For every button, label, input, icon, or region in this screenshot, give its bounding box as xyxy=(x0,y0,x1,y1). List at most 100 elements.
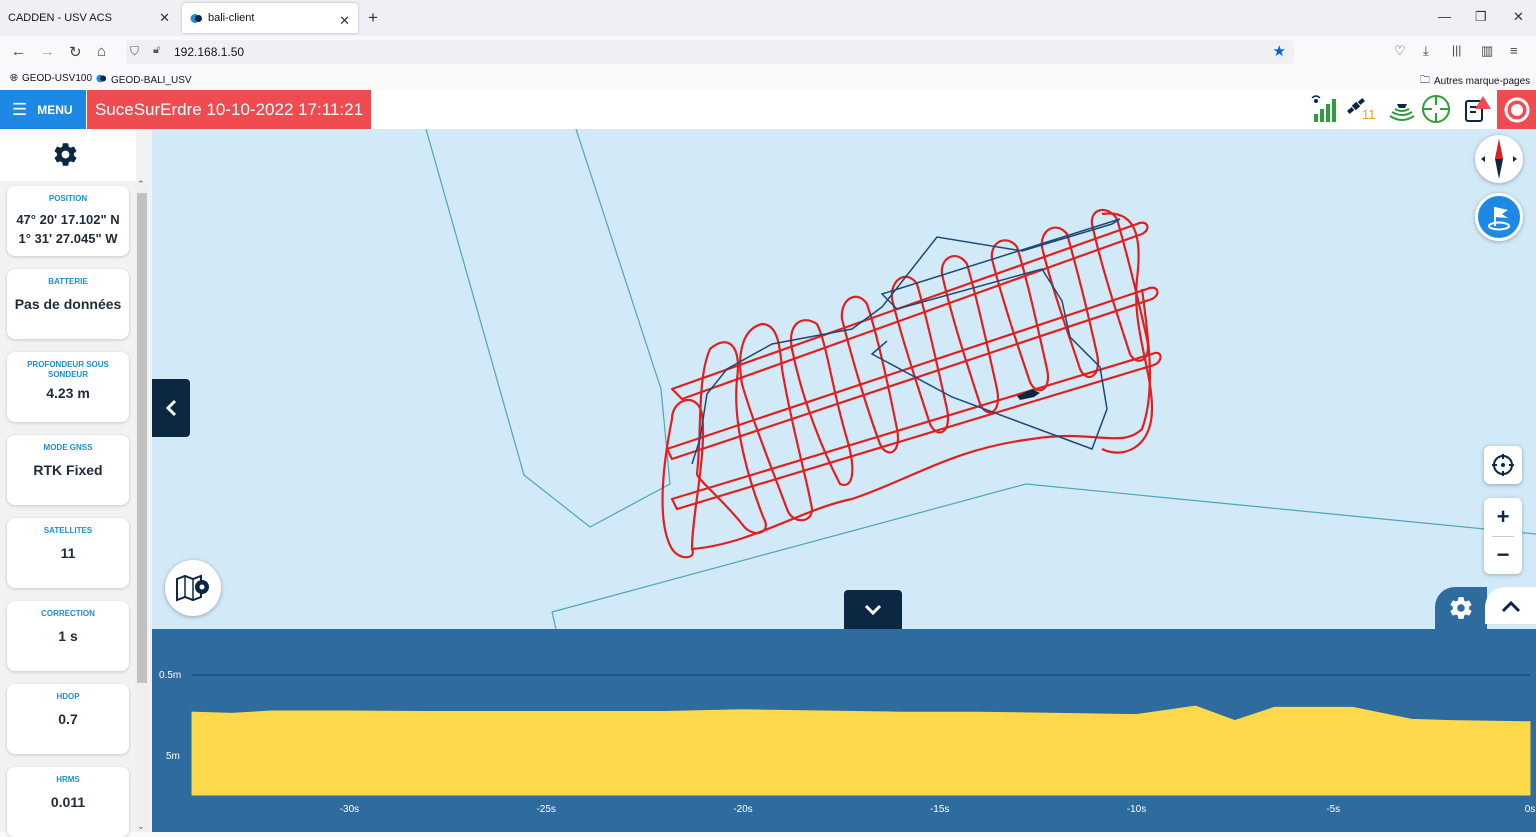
hdop-card: HDOP 0.7 xyxy=(7,684,129,754)
browser-tab-cadden[interactable]: CADDEN - USV ACS ✕ xyxy=(0,0,178,35)
survey-line xyxy=(1090,208,1150,362)
sidebar-settings-button[interactable] xyxy=(0,129,136,181)
close-tab-icon[interactable]: ✕ xyxy=(159,10,170,26)
crosshair-icon[interactable] xyxy=(1421,94,1451,124)
menu-button[interactable]: ☰ MENU xyxy=(0,90,86,129)
battery-value: Pas de données xyxy=(14,296,122,312)
mission-title: SuceSurErdre 10-10-2022 17:11:21 xyxy=(87,90,371,129)
tab-title: bali-client xyxy=(208,12,255,24)
tab-favicon-icon xyxy=(190,12,203,25)
x-tick-label: -25s xyxy=(536,804,555,815)
expand-panel-button[interactable] xyxy=(1485,587,1536,624)
browser-nav-bar: ← → ↻ ⌂ ⛉ 🔓︎ 192.168.1.50 ★ ♡ ⤓ ||| ▥ ≡ xyxy=(0,36,1536,68)
folder-icon: 🗀 xyxy=(1420,75,1430,86)
close-tab-icon[interactable]: ✕ xyxy=(339,13,350,29)
gear-icon xyxy=(1450,597,1472,619)
pocket-icon[interactable]: ♡ xyxy=(1394,43,1406,59)
library-icon[interactable]: ||| xyxy=(1452,43,1461,57)
compass-button[interactable] xyxy=(1475,135,1523,183)
locate-icon xyxy=(1492,454,1514,476)
survey-line xyxy=(990,239,1050,392)
sonar-icon[interactable] xyxy=(1387,94,1417,124)
globe-icon: 🌐︎ xyxy=(10,73,18,84)
tab-title: CADDEN - USV ACS xyxy=(8,11,112,24)
card-label: BATTERIE xyxy=(48,277,88,286)
hamburger-icon: ☰ xyxy=(12,99,28,119)
survey-line xyxy=(695,341,767,535)
lock-warning-icon[interactable]: 🔓︎ xyxy=(153,44,160,57)
shield-icon[interactable]: ⛉ xyxy=(130,44,139,59)
depth-chart: 0.5m 5m -30s -25s -20s -15s -10s -5s 0s xyxy=(159,670,1535,815)
close-window-button[interactable]: ✕ xyxy=(1513,9,1524,25)
x-tick-label: -15s xyxy=(930,804,949,815)
signal-icon[interactable] xyxy=(1310,94,1340,124)
y-tick-label: 0.5m xyxy=(159,670,181,681)
position-card: POSITION 47° 20' 17.102" N 1° 31' 27.045… xyxy=(7,186,129,256)
hrms-value: 0.011 xyxy=(50,794,86,810)
zone-boundary-line xyxy=(425,129,671,528)
correction-value: 1 s xyxy=(58,628,78,644)
bookmark-geod-usv100[interactable]: 🌐︎ GEOD-USV100 xyxy=(10,73,92,84)
chevron-down-icon xyxy=(864,604,882,615)
reload-button[interactable]: ↻ xyxy=(69,43,82,61)
zoom-in-button[interactable]: + xyxy=(1484,498,1522,536)
depth-value: 4.23 m xyxy=(46,385,90,401)
bookmark-label: GEOD-USV100 xyxy=(22,73,93,84)
bookmark-geod-bali-usv[interactable]: GEOD-BALI_USV xyxy=(96,73,192,87)
zoom-out-button[interactable]: − xyxy=(1484,536,1522,574)
satellites-badge: 11 xyxy=(1362,107,1376,122)
map-view[interactable]: + − xyxy=(152,129,1536,629)
locate-button[interactable] xyxy=(1484,446,1522,484)
scroll-down-icon[interactable]: ⌄ xyxy=(137,821,145,832)
survey-line xyxy=(661,398,705,559)
y-tick-label: 5m xyxy=(166,751,180,762)
new-tab-button[interactable]: + xyxy=(368,8,378,28)
minimize-window-button[interactable]: — xyxy=(1438,9,1451,24)
correction-card: CORRECTION 1 s xyxy=(7,601,129,671)
map-layers-settings-button[interactable] xyxy=(165,560,221,616)
mission-title-text: SuceSurErdre 10-10-2022 17:11:21 xyxy=(94,99,364,119)
other-bookmarks-folder[interactable]: 🗀 Autres marque-pages xyxy=(1420,73,1530,90)
map-settings-icon xyxy=(176,574,209,602)
scrollbar-thumb[interactable] xyxy=(137,193,147,683)
browser-tab-bali-client[interactable]: bali-client ✕ xyxy=(182,3,358,33)
survey-line xyxy=(1040,226,1100,378)
latitude-value: 47° 20' 17.102" N xyxy=(16,212,120,227)
home-icon[interactable]: ⌂ xyxy=(97,43,106,60)
card-label: PROFONDEUR SOUS SONDEUR xyxy=(27,360,109,379)
record-stop-button[interactable] xyxy=(1497,90,1536,129)
x-tick-label: -10s xyxy=(1127,804,1146,815)
chart-settings-button[interactable] xyxy=(1435,587,1487,629)
zoom-control: + − xyxy=(1484,498,1522,574)
downloads-icon[interactable]: ⤓ xyxy=(1423,43,1429,59)
battery-card: BATTERIE Pas de données xyxy=(7,269,129,339)
bookmark-star-icon[interactable]: ★ xyxy=(1273,42,1286,60)
survey-track xyxy=(661,208,1162,559)
alert-document-icon[interactable] xyxy=(1463,94,1493,124)
bali-favicon-icon xyxy=(96,73,107,87)
hdop-value: 0.7 xyxy=(58,711,78,727)
collapse-chart-button[interactable] xyxy=(844,590,902,629)
url-text: 192.168.1.50 xyxy=(174,45,245,59)
x-tick-label: -30s xyxy=(340,804,359,815)
card-label: HRMS xyxy=(56,775,80,784)
survey-line xyxy=(1101,212,1154,454)
collapse-sidebar-button[interactable] xyxy=(152,379,190,437)
address-bar[interactable]: ⛉ 🔓︎ 192.168.1.50 ★ xyxy=(126,40,1294,64)
survey-line xyxy=(670,221,1149,401)
restore-window-button[interactable]: ❐ xyxy=(1475,9,1487,25)
chevron-up-icon xyxy=(1501,600,1520,612)
depth-area-series xyxy=(191,705,1531,796)
record-stop-icon xyxy=(1504,97,1529,122)
gear-icon xyxy=(54,143,77,166)
back-button[interactable]: ← xyxy=(11,43,26,60)
waypoint-flag-button[interactable] xyxy=(1475,193,1523,241)
depth-card: PROFONDEUR SOUS SONDEUR 4.23 m xyxy=(7,352,129,422)
scroll-up-icon[interactable]: ⌃ xyxy=(137,179,145,190)
zone-boundary-line xyxy=(551,611,557,629)
forward-button[interactable]: → xyxy=(40,43,55,60)
status-sidebar: POSITION 47° 20' 17.102" N 1° 31' 27.045… xyxy=(0,129,152,837)
app-menu-icon[interactable]: ≡ xyxy=(1510,43,1518,58)
sidebar-scrollbar[interactable]: ⌃ ⌄ xyxy=(135,179,149,832)
sidebar-toggle-icon[interactable]: ▥ xyxy=(1481,43,1493,59)
